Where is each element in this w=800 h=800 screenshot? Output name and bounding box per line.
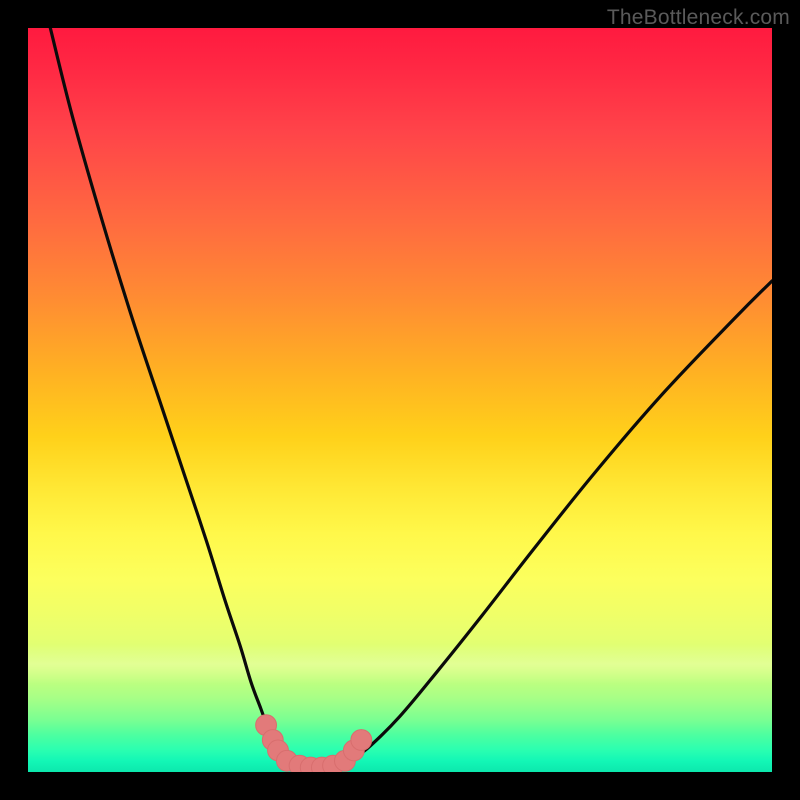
marker-point [289, 755, 310, 772]
watermark-text: TheBottleneck.com [607, 6, 790, 30]
marker-point [343, 740, 364, 761]
marker-point [256, 715, 277, 736]
marker-layer [256, 715, 372, 772]
plot-area [28, 28, 772, 772]
marker-point [335, 750, 356, 771]
marker-point [323, 755, 344, 772]
bottleneck-curve [50, 28, 772, 768]
marker-point [268, 740, 289, 761]
marker-point [300, 757, 321, 772]
highlight-band [28, 644, 772, 684]
curve-layer [50, 28, 772, 768]
marker-point [276, 750, 297, 771]
outer-frame: TheBottleneck.com [0, 0, 800, 800]
chart-svg [28, 28, 772, 772]
marker-point [351, 730, 372, 751]
marker-point [311, 757, 332, 772]
marker-point [262, 730, 283, 751]
